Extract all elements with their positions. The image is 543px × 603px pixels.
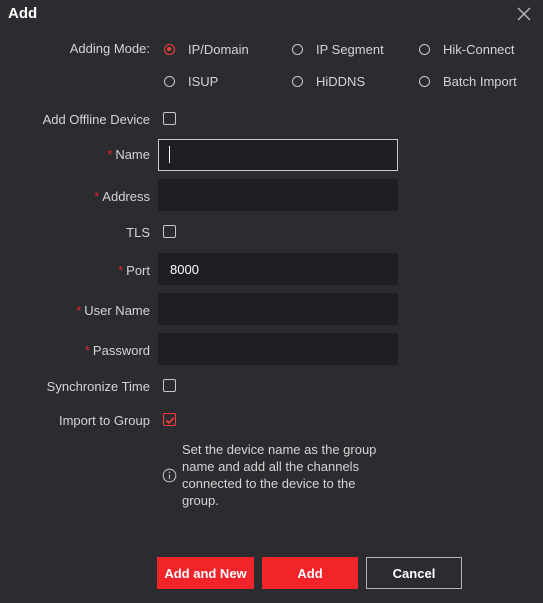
password-input[interactable]	[158, 333, 398, 365]
close-icon[interactable]	[515, 5, 533, 23]
sync-time-checkbox[interactable]	[163, 379, 176, 392]
import-group-checkbox[interactable]	[163, 413, 176, 426]
radio-icon	[419, 43, 430, 55]
radio-ip-domain[interactable]: IP/Domain	[164, 40, 249, 58]
required-mark: *	[76, 303, 82, 318]
dialog-title: Add	[8, 5, 38, 22]
name-label-text: Name	[115, 147, 150, 162]
required-mark: *	[84, 343, 90, 358]
port-label-text: Port	[126, 263, 150, 278]
radio-icon	[164, 75, 175, 87]
import-group-label: Import to Group	[58, 413, 150, 428]
add-and-new-button[interactable]: Add and New	[157, 557, 254, 589]
radio-batch-import[interactable]: Batch Import	[419, 72, 517, 90]
radio-icon	[419, 75, 430, 87]
address-label-text: Address	[102, 189, 150, 204]
radio-icon	[292, 75, 303, 87]
tls-label: TLS	[126, 225, 150, 240]
radio-selected-icon	[164, 43, 175, 55]
password-label: * Password	[0, 343, 150, 358]
sync-time-label: Synchronize Time	[46, 379, 150, 394]
radio-isup[interactable]: ISUP	[164, 72, 218, 90]
adding-mode-label: Adding Mode:	[69, 41, 150, 56]
name-input[interactable]	[158, 139, 398, 171]
port-input[interactable]	[158, 253, 398, 285]
text-caret	[169, 146, 170, 163]
radio-ip-segment[interactable]: IP Segment	[292, 40, 384, 58]
address-label: * Address	[0, 189, 150, 204]
add-device-dialog: Add Adding Mode: IP/Domain IP Segment Hi…	[0, 0, 543, 603]
radio-label: IP/Domain	[188, 41, 249, 57]
checkmark-icon	[165, 416, 175, 425]
radio-label: HiDDNS	[316, 73, 366, 89]
password-label-text: Password	[92, 343, 150, 358]
radio-hik-connect[interactable]: Hik-Connect	[419, 40, 515, 58]
username-label: * User Name	[0, 303, 150, 318]
name-label: * Name	[0, 147, 150, 162]
info-icon	[162, 468, 177, 483]
required-mark: *	[107, 147, 113, 162]
required-mark: *	[118, 263, 124, 278]
offline-device-checkbox[interactable]	[163, 112, 176, 125]
port-label: * Port	[0, 263, 150, 278]
required-mark: *	[94, 189, 100, 204]
cancel-button[interactable]: Cancel	[366, 557, 462, 589]
import-group-info-text: Set the device name as the group name an…	[182, 442, 377, 508]
username-input[interactable]	[158, 293, 398, 325]
address-input[interactable]	[158, 179, 398, 211]
username-label-text: User Name	[84, 303, 150, 318]
radio-label: Batch Import	[443, 73, 517, 89]
tls-checkbox[interactable]	[163, 225, 176, 238]
radio-label: ISUP	[188, 73, 219, 89]
radio-icon	[292, 43, 303, 55]
radio-hiddns[interactable]: HiDDNS	[292, 72, 365, 90]
radio-label: IP Segment	[316, 41, 384, 57]
add-button[interactable]: Add	[262, 557, 358, 589]
offline-device-label: Add Offline Device	[42, 112, 150, 127]
radio-label: Hik-Connect	[443, 41, 515, 57]
